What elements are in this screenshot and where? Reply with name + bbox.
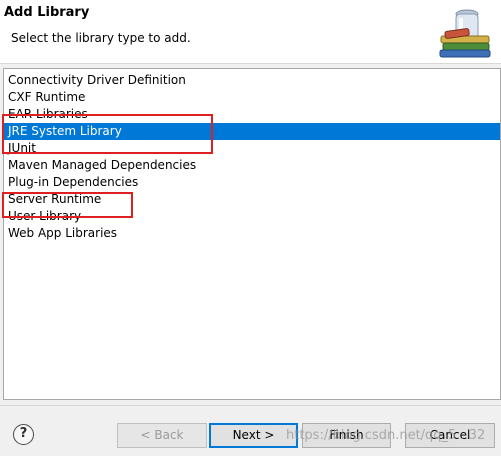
list-item[interactable]: User Library bbox=[4, 208, 500, 225]
finish-button[interactable]: Finish bbox=[302, 423, 391, 448]
list-item[interactable]: EAR Libraries bbox=[4, 106, 500, 123]
list-item[interactable]: Connectivity Driver Definition bbox=[4, 72, 500, 89]
footer-divider bbox=[0, 405, 501, 406]
list-item[interactable]: Server Runtime bbox=[4, 191, 500, 208]
dialog-title: Add Library bbox=[4, 5, 90, 20]
back-button[interactable]: < Back bbox=[117, 423, 207, 448]
dialog-header: Add Library Select the library type to a… bbox=[0, 0, 501, 64]
list-item[interactable]: Plug-in Dependencies bbox=[4, 174, 500, 191]
cancel-button[interactable]: Cancel bbox=[405, 423, 495, 448]
list-item[interactable]: CXF Runtime bbox=[4, 89, 500, 106]
library-type-list[interactable]: Connectivity Driver Definition CXF Runti… bbox=[3, 68, 501, 400]
library-books-jar-icon bbox=[439, 9, 491, 58]
list-item[interactable]: Web App Libraries bbox=[4, 225, 500, 242]
dialog-subtitle: Select the library type to add. bbox=[11, 31, 191, 45]
list-item-selected[interactable]: JRE System Library bbox=[4, 123, 500, 140]
help-icon[interactable]: ? bbox=[13, 424, 34, 445]
list-item[interactable]: JUnit bbox=[4, 140, 500, 157]
list-item[interactable]: Maven Managed Dependencies bbox=[4, 157, 500, 174]
next-button[interactable]: Next > bbox=[209, 423, 298, 448]
